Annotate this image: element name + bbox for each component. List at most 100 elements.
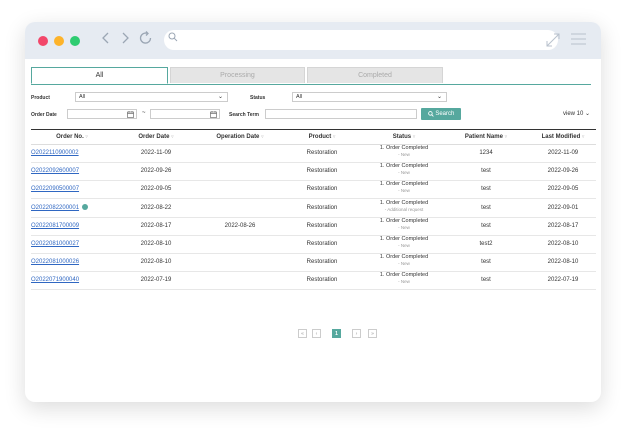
- order-date-cell: 2022-09-05: [115, 180, 197, 198]
- order-date-cell: 2022-08-17: [115, 217, 197, 235]
- patient-name-cell-text: test2: [479, 241, 493, 247]
- tab-all[interactable]: All: [31, 67, 168, 84]
- calendar-icon[interactable]: [210, 111, 217, 118]
- table-row[interactable]: O2022071900040 2022-07-19 Restoration 1. Or…: [31, 271, 596, 291]
- order-tabs: All Processing Completed: [31, 67, 591, 85]
- patient-name-cell-text: test: [481, 277, 491, 284]
- status-label: Status: [250, 95, 266, 101]
- order-date-cell: 2022-07-19: [115, 271, 197, 289]
- product-cell: Restoration: [281, 162, 363, 180]
- table-row[interactable]: O2022081700009 2022-08-17 2022-08-26 Restor…: [31, 217, 596, 236]
- product-cell: Restoration: [281, 199, 363, 217]
- last-page-button[interactable]: »: [368, 329, 377, 338]
- tab-processing[interactable]: Processing: [170, 67, 305, 83]
- order-no-link-text: O2022081000027: [31, 241, 80, 247]
- patient-name-cell: test: [445, 199, 527, 217]
- product-cell: Restoration: [281, 271, 363, 289]
- status-cell: 1. Order Completed - New: [363, 272, 445, 288]
- status-subtext: - New: [398, 152, 410, 157]
- order-no-link[interactable]: O2022092600007: [31, 162, 113, 180]
- product-cell: Restoration: [281, 253, 363, 271]
- product-select-value: All: [79, 94, 86, 100]
- page-1-button[interactable]: 1: [332, 329, 341, 338]
- header-last-modified[interactable]: Last Modified ▿: [527, 130, 599, 144]
- patient-name-cell: test: [445, 217, 527, 235]
- header-order-date[interactable]: Order Date ▿: [115, 130, 197, 144]
- last-modified-cell: 2022-09-01: [527, 199, 599, 217]
- status-cell: 1. Order Completed - New: [363, 218, 445, 234]
- minimize-window-dot[interactable]: [54, 36, 64, 46]
- header-operation-date[interactable]: Operation Date ▿: [199, 130, 281, 144]
- patient-name-cell-text: test: [481, 168, 491, 175]
- table-row[interactable]: O2022081000026 2022-08-10 Restoration 1. Or…: [31, 253, 596, 273]
- operation-date-cell: [199, 162, 281, 180]
- operation-date-cell: [199, 144, 281, 162]
- header-status[interactable]: Status ▿: [363, 130, 445, 144]
- table-row[interactable]: O2022081000027 2022-08-10 Restoration 1. Or…: [31, 235, 596, 254]
- browser-window: All Processing Completed Product All ⌄ S…: [25, 22, 601, 402]
- date-range-separator: ~: [142, 110, 146, 116]
- product-cell-text: Restoration: [306, 259, 338, 266]
- header-product[interactable]: Product ▿: [281, 130, 363, 144]
- sort-icon: ▿: [261, 134, 264, 140]
- address-bar[interactable]: [164, 30, 558, 50]
- sort-icon: ▿: [581, 134, 585, 140]
- table-row[interactable]: O2022110900002 2022-11-09 Restoration 1. Or…: [31, 144, 596, 163]
- product-label: Product: [31, 95, 50, 101]
- status-subtext: - New: [398, 170, 410, 176]
- hamburger-menu-icon[interactable]: [571, 33, 586, 45]
- order-date-cell: 2022-09-26: [115, 162, 197, 180]
- back-arrow-icon[interactable]: [101, 30, 111, 46]
- maximize-window-dot[interactable]: [70, 36, 80, 46]
- table-row[interactable]: O2022082200001 2022-08-22 Restoration 1. Or…: [31, 199, 596, 218]
- operation-date-cell: 2022-08-26: [199, 217, 281, 235]
- patient-name-cell-text: test: [481, 222, 491, 229]
- search-term-input[interactable]: [265, 109, 417, 119]
- forward-arrow-icon[interactable]: [120, 30, 130, 46]
- order-date-cell-text: 2022-09-26: [140, 168, 172, 175]
- view-count-select[interactable]: view 10 ⌄: [563, 110, 590, 117]
- order-no-link-text: O2022071900040: [31, 277, 80, 284]
- close-window-dot[interactable]: [38, 36, 48, 46]
- order-no-link[interactable]: O2022090500007: [31, 180, 113, 198]
- search-button[interactable]: Search: [421, 108, 461, 120]
- patient-name-cell: test2: [445, 235, 527, 253]
- patient-name-cell-text: test: [481, 204, 491, 211]
- last-modified-cell-text: 2022-08-10: [547, 259, 579, 266]
- last-modified-cell-text: 2022-08-17: [547, 222, 579, 229]
- status-cell: 1. Order Completed - Additional request: [363, 200, 445, 216]
- product-cell-text: Restoration: [306, 168, 338, 175]
- expand-icon[interactable]: [545, 32, 561, 48]
- table-row[interactable]: O2022090500007 2022-09-05 Restoration 1. Or…: [31, 180, 596, 200]
- header-patient-name[interactable]: Patient Name ▿: [445, 130, 527, 144]
- additional-request-badge-icon: [82, 204, 89, 211]
- order-date-cell-text: 2022-07-19: [140, 277, 172, 284]
- first-page-button[interactable]: «: [298, 329, 307, 338]
- header-order-no[interactable]: Order No. ▿: [31, 130, 113, 144]
- order-no-link[interactable]: O2022110900002: [31, 144, 113, 162]
- table-row[interactable]: O2022092600007 2022-09-26 Restoration 1. Or…: [31, 162, 596, 182]
- order-date-cell: 2022-11-09: [115, 144, 197, 162]
- patient-name-cell-text: test: [481, 186, 491, 193]
- reload-icon[interactable]: [138, 30, 154, 46]
- order-no-link[interactable]: O2022081700009: [31, 217, 113, 235]
- sort-icon: ▿: [412, 134, 416, 140]
- chevron-down-icon: ⌄: [217, 94, 223, 100]
- status-cell: 1. Order Completed - New: [363, 163, 445, 179]
- order-no-link[interactable]: O2022082200001: [31, 199, 113, 217]
- next-page-button[interactable]: ›: [352, 329, 361, 338]
- last-modified-cell-text: 2022-11-09: [547, 150, 579, 156]
- status-subtext: - New: [398, 188, 410, 194]
- operation-date-cell: [199, 180, 281, 198]
- product-select[interactable]: All ⌄: [75, 92, 228, 102]
- order-no-link[interactable]: O2022081000027: [31, 235, 113, 253]
- sort-icon: ▿: [85, 134, 88, 140]
- calendar-icon[interactable]: [127, 111, 134, 118]
- order-date-cell-text: 2022-08-10: [140, 241, 172, 247]
- order-no-link[interactable]: O2022071900040: [31, 271, 113, 289]
- status-select[interactable]: All ⌄: [292, 92, 447, 102]
- tab-completed[interactable]: Completed: [307, 67, 443, 83]
- order-no-link[interactable]: O2022081000026: [31, 253, 113, 271]
- prev-page-button[interactable]: ‹: [312, 329, 321, 338]
- search-icon: [168, 32, 178, 42]
